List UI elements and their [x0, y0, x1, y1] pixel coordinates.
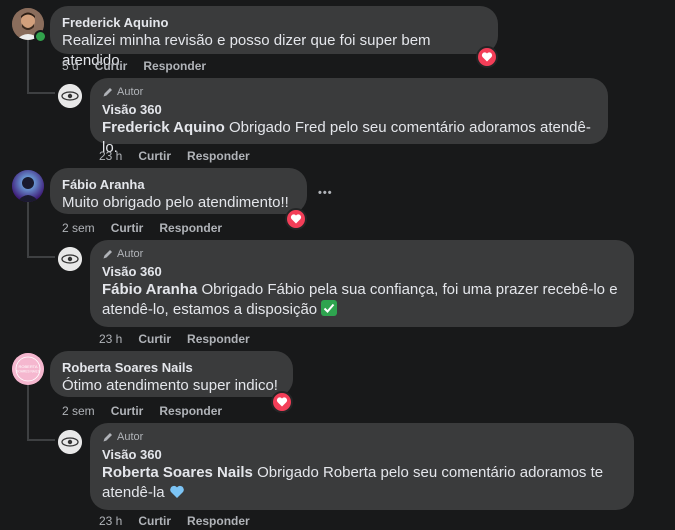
avatar[interactable]: ROBERTA SOARES NAILS: [12, 353, 44, 385]
timestamp[interactable]: 2 sem: [62, 220, 95, 236]
mention-link[interactable]: Fábio Aranha: [102, 281, 197, 298]
reaction-badge[interactable]: [476, 46, 498, 68]
comment-author[interactable]: Frederick Aquino: [62, 14, 486, 31]
thread-line: [27, 202, 29, 257]
avatar[interactable]: [58, 430, 82, 454]
svg-text:ROBERTA: ROBERTA: [19, 364, 38, 369]
pencil-icon: [103, 250, 112, 259]
comment-actions: 5 d Curtir Responder: [62, 58, 206, 74]
eye-logo-icon: [58, 247, 82, 271]
reply-actions: 23 h Curtir Responder: [99, 513, 250, 529]
reply-author[interactable]: Visão 360: [102, 101, 596, 118]
reply-button[interactable]: Responder: [159, 403, 222, 419]
pencil-icon: [103, 433, 112, 442]
author-badge-label: Autor: [117, 248, 144, 260]
reply-bubble: Autor Visão 360 Roberta Soares Nails Obr…: [90, 423, 634, 510]
author-badge: Autor: [102, 247, 622, 261]
roberta-soares-nails-logo-icon: ROBERTA SOARES NAILS: [12, 353, 44, 385]
reply-button[interactable]: Responder: [187, 331, 250, 347]
check-mark-emoji: [321, 300, 338, 316]
avatar[interactable]: [58, 84, 82, 108]
author-badge: Autor: [102, 85, 596, 99]
comment-author[interactable]: Roberta Soares Nails: [62, 359, 281, 376]
user-photo-icon: [12, 170, 44, 202]
comment-author[interactable]: Fábio Aranha: [62, 176, 295, 193]
eye-logo-icon: [58, 430, 82, 454]
svg-text:SOARES NAILS: SOARES NAILS: [16, 370, 39, 374]
like-button[interactable]: Curtir: [111, 220, 144, 236]
reply-bubble: Autor Visão 360 Frederick Aquino Obrigad…: [90, 78, 608, 156]
comment-text: Muito obrigado pelo atendimento!!: [62, 194, 289, 211]
like-button[interactable]: Curtir: [138, 148, 171, 164]
timestamp[interactable]: 5 d: [62, 58, 79, 74]
like-button[interactable]: Curtir: [138, 513, 171, 529]
timestamp[interactable]: 23 h: [99, 331, 122, 347]
heart-icon: [290, 214, 302, 224]
mention-link[interactable]: Roberta Soares Nails: [102, 464, 253, 481]
mention-link[interactable]: Frederick Aquino: [102, 119, 225, 136]
comment-actions: 2 sem Curtir Responder: [62, 220, 222, 236]
eye-logo-icon: [58, 84, 82, 108]
author-badge-label: Autor: [117, 431, 144, 443]
like-button[interactable]: Curtir: [95, 58, 128, 74]
comment-text: Ótimo atendimento super indico!: [62, 377, 278, 394]
reply-button[interactable]: Responder: [187, 513, 250, 529]
online-status-indicator: [34, 30, 47, 43]
reply-button[interactable]: Responder: [187, 148, 250, 164]
author-badge: Autor: [102, 430, 622, 444]
like-button[interactable]: Curtir: [111, 403, 144, 419]
like-button[interactable]: Curtir: [138, 331, 171, 347]
comment-bubble: Roberta Soares Nails Ótimo atendimento s…: [50, 351, 293, 397]
thread-line: [27, 439, 55, 441]
reply-author[interactable]: Visão 360: [102, 263, 622, 280]
reply-text: Roberta Soares Nails Obrigado Roberta pe…: [102, 463, 612, 503]
heart-icon: [276, 397, 288, 407]
reaction-badge[interactable]: [285, 208, 307, 230]
reply-actions: 23 h Curtir Responder: [99, 148, 250, 164]
author-badge-label: Autor: [117, 86, 144, 98]
comment-bubble: Fábio Aranha Muito obrigado pelo atendim…: [50, 168, 307, 214]
thread-line: [27, 385, 29, 440]
reply-bubble: Autor Visão 360 Fábio Aranha Obrigado Fá…: [90, 240, 634, 327]
reaction-badge[interactable]: [271, 391, 293, 413]
timestamp[interactable]: 23 h: [99, 513, 122, 529]
reply-actions: 23 h Curtir Responder: [99, 331, 250, 347]
timestamp[interactable]: 23 h: [99, 148, 122, 164]
avatar[interactable]: [12, 170, 44, 202]
reply-button[interactable]: Responder: [143, 58, 206, 74]
comment-actions: 2 sem Curtir Responder: [62, 403, 222, 419]
thread-line: [27, 92, 55, 94]
heart-icon: [481, 52, 493, 62]
more-options-button[interactable]: •••: [318, 188, 333, 199]
avatar[interactable]: [58, 247, 82, 271]
reply-button[interactable]: Responder: [159, 220, 222, 236]
blue-heart-emoji: [169, 485, 184, 498]
timestamp[interactable]: 2 sem: [62, 403, 95, 419]
comment-bubble: Frederick Aquino Realizei minha revisão …: [50, 6, 498, 69]
thread-line: [27, 40, 29, 94]
thread-line: [27, 256, 55, 258]
pencil-icon: [103, 88, 112, 97]
reply-text: Fábio Aranha Obrigado Fábio pela sua con…: [102, 281, 618, 318]
reply-author[interactable]: Visão 360: [102, 446, 622, 463]
